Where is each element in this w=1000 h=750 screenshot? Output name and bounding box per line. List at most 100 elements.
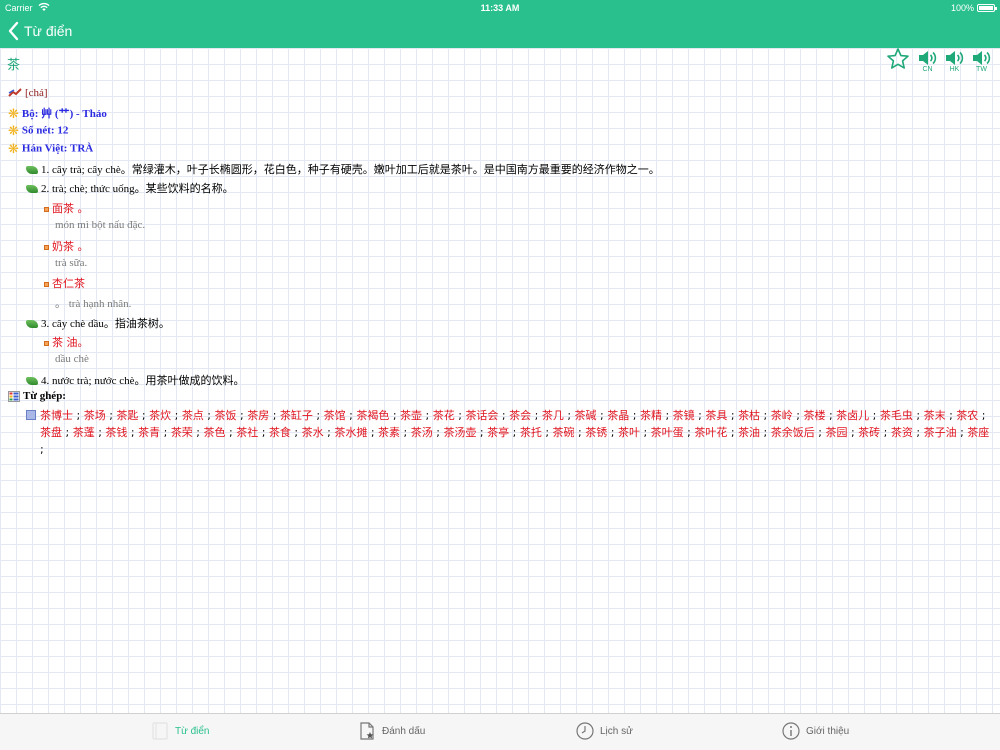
compound-block-icon xyxy=(26,410,36,421)
compound-link[interactable]: 茶壶 xyxy=(400,409,422,422)
compound-link[interactable]: 茶汤 xyxy=(411,426,433,439)
compound-link[interactable]: 茶托 xyxy=(520,426,542,439)
tab-about-label: Giới thiệu xyxy=(806,725,850,737)
compound-separator: ; xyxy=(498,409,510,422)
compound-link[interactable]: 茶素 xyxy=(378,426,400,439)
compound-separator: ; xyxy=(760,426,771,439)
compound-link[interactable]: 茶水 xyxy=(302,426,324,439)
compound-separator: ; xyxy=(509,426,520,439)
speaker-tw-button[interactable]: TW xyxy=(968,48,995,73)
compound-separator: ; xyxy=(160,426,171,439)
speaker-cn-button[interactable]: CN xyxy=(914,48,941,73)
compound-link[interactable]: 茶几 xyxy=(542,409,564,422)
compound-link[interactable]: 茶子油 xyxy=(924,426,957,439)
compound-link[interactable]: 茶蓬 xyxy=(73,426,95,439)
compound-link[interactable]: 茶精 xyxy=(640,409,662,422)
favorite-star-icon[interactable] xyxy=(886,48,910,71)
compound-link[interactable]: 茶馆 xyxy=(324,409,346,422)
compound-link[interactable]: 茶点 xyxy=(182,409,204,422)
speaker-hk-button[interactable]: HK xyxy=(941,48,968,73)
compound-link[interactable]: 茶褐色 xyxy=(356,409,389,422)
back-button[interactable]: Từ điển xyxy=(6,20,72,42)
compound-separator: ; xyxy=(345,409,357,422)
compound-link[interactable]: 茶缸子 xyxy=(280,409,313,422)
compound-link[interactable]: 茶油 xyxy=(738,426,760,439)
compound-link[interactable]: 茶亭 xyxy=(487,426,509,439)
compound-link[interactable]: 茶枯 xyxy=(738,409,760,422)
compounds-header: Từ ghép: xyxy=(8,390,66,402)
back-button-label: Từ điển xyxy=(24,23,73,39)
compound-link[interactable]: 茶岭 xyxy=(771,409,793,422)
compound-link[interactable]: 茶具 xyxy=(705,409,727,422)
example-zh: 奶茶 。 xyxy=(52,240,89,253)
tab-about[interactable]: Giới thiệu xyxy=(781,721,849,741)
compound-link[interactable]: 茶晶 xyxy=(607,409,629,422)
compound-separator: ; xyxy=(94,426,106,439)
compound-link[interactable]: 茶楼 xyxy=(803,409,825,422)
compound-separator: ; xyxy=(541,426,553,439)
compound-link[interactable]: 茶食 xyxy=(269,426,291,439)
compound-link[interactable]: 茶荣 xyxy=(171,426,193,439)
compound-separator: ; xyxy=(138,409,150,422)
example-2-3: 杏仁茶 xyxy=(44,275,85,291)
compound-separator: ; xyxy=(629,409,640,422)
example-2-1: 面茶 。 xyxy=(44,200,89,216)
compound-link[interactable]: 茶房 xyxy=(247,409,269,422)
compound-separator: ; xyxy=(978,409,986,422)
compound-separator: ; xyxy=(171,409,182,422)
compound-link[interactable]: 茶水摊 xyxy=(334,426,367,439)
compound-link[interactable]: 茶叶花 xyxy=(694,426,727,439)
headword: 茶 xyxy=(7,58,21,73)
compound-link[interactable]: 茶社 xyxy=(236,426,258,439)
battery-icon xyxy=(977,4,997,12)
tab-dictionary-label: Từ điển xyxy=(175,725,210,737)
hanviet-row: ❋ Hán Việt: TRÀ xyxy=(8,141,93,157)
sense-4: 4. nước trà; nước chè。用茶叶做成的饮料。 xyxy=(26,372,245,388)
compound-link[interactable]: 茶叶 xyxy=(618,426,640,439)
flower-icon: ❋ xyxy=(8,106,19,122)
compound-link[interactable]: 茶匙 xyxy=(116,409,138,422)
compound-link[interactable]: 茶碗 xyxy=(553,426,575,439)
compound-link[interactable]: 茶青 xyxy=(138,426,160,439)
compound-link[interactable]: 茶叶蛋 xyxy=(651,426,684,439)
tab-dictionary[interactable]: Từ điển xyxy=(150,721,210,741)
compound-link[interactable]: 茶博士 xyxy=(40,409,73,422)
compound-link[interactable]: 茶饭 xyxy=(215,409,237,422)
tab-bookmarks-label: Đánh dấu xyxy=(382,725,426,737)
compound-link[interactable]: 茶砖 xyxy=(858,426,880,439)
compound-link[interactable]: 茶盘 xyxy=(40,426,62,439)
sense-2-text: 2. trà; chè; thức uống。某些饮料的名称。 xyxy=(41,183,234,195)
compound-link[interactable]: 茶锈 xyxy=(585,426,607,439)
compound-link[interactable]: 茶汤壶 xyxy=(443,426,476,439)
compound-link[interactable]: 茶资 xyxy=(891,426,913,439)
compound-link[interactable]: 茶碱 xyxy=(575,409,597,422)
compound-separator: ; xyxy=(727,426,739,439)
compound-link[interactable]: 茶钱 xyxy=(105,426,127,439)
compound-link[interactable]: 茶炊 xyxy=(149,409,171,422)
square-bullet-icon xyxy=(44,244,49,250)
compound-link[interactable]: 茶农 xyxy=(956,409,978,422)
hanviet-text: Hán Việt: TRÀ xyxy=(21,142,94,155)
compound-link[interactable]: 茶话会 xyxy=(465,409,498,422)
compound-link[interactable]: 茶色 xyxy=(204,426,226,439)
compound-separator: ; xyxy=(203,409,215,422)
compound-link[interactable]: 茶卤儿 xyxy=(836,409,869,422)
speaker-tw-label: TW xyxy=(976,66,987,73)
compound-link[interactable]: 茶余饭后 xyxy=(771,426,815,439)
info-icon xyxy=(782,722,800,740)
leaf-icon xyxy=(26,166,38,175)
tab-history[interactable]: Lịch sử xyxy=(575,721,633,741)
tab-bookmarks[interactable]: Đánh dấu xyxy=(357,721,425,741)
compound-link[interactable]: 茶场 xyxy=(84,409,106,422)
battery-percent: 100% xyxy=(950,3,974,13)
compound-link[interactable]: 茶花 xyxy=(433,409,455,422)
compound-link[interactable]: 茶镜 xyxy=(673,409,695,422)
compound-link[interactable]: 茶毛虫 xyxy=(880,409,913,422)
sense-1: 1. cây trà; cây chè。常绿灌木，叶子长椭圆形，花白色，种子有硬… xyxy=(26,161,660,177)
compound-link[interactable]: 茶末 xyxy=(924,409,946,422)
compound-link[interactable]: 茶座 xyxy=(967,426,989,439)
compound-link[interactable]: 茶会 xyxy=(509,409,531,422)
compound-separator: ; xyxy=(880,426,891,439)
leaf-icon xyxy=(26,185,38,194)
compound-link[interactable]: 茶园 xyxy=(825,426,847,439)
